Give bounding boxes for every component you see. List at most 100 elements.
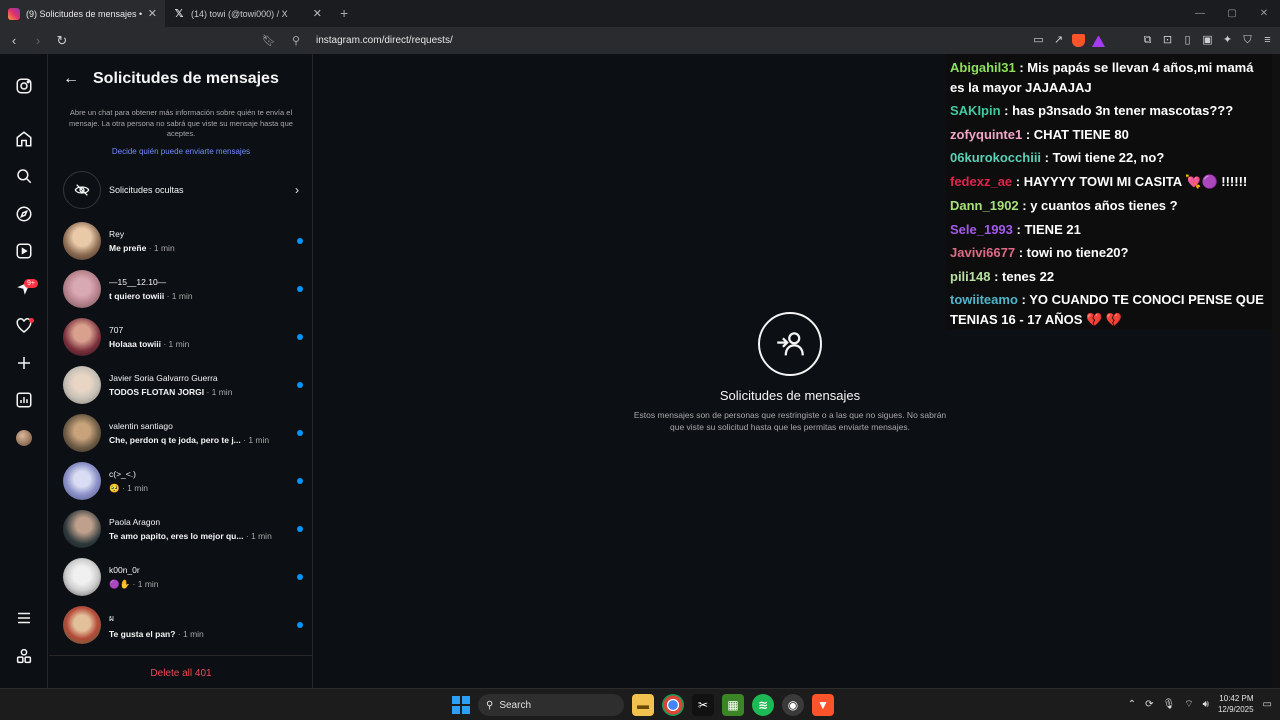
back-icon[interactable]: ‹ — [4, 31, 24, 51]
chat-text: : has p3nsado 3n tener mascotas??? — [1000, 103, 1234, 118]
unread-dot — [297, 574, 303, 580]
back-arrow-icon[interactable]: ← — [63, 70, 79, 88]
close-window-button[interactable]: ✕ — [1248, 0, 1280, 27]
profile-avatar[interactable] — [14, 428, 34, 448]
request-item[interactable]: 707 Holaaa towiii · 1 min — [63, 313, 303, 361]
dashboard-icon[interactable] — [14, 390, 34, 410]
wallet-icon[interactable]: ▣ — [1201, 34, 1214, 47]
request-message: 🥺 — [109, 482, 120, 493]
spotify-icon[interactable]: ≋ — [752, 694, 774, 716]
tab-instagram[interactable]: (9) Solicitudes de mensajes • Me ✕ — [0, 0, 165, 27]
search-icon[interactable] — [14, 166, 34, 186]
minecraft-icon[interactable]: ▦ — [722, 694, 744, 716]
message-requests-panel: ← Solicitudes de mensajes Abre un chat p… — [49, 54, 313, 688]
sidebar-icon[interactable]: ▯ — [1181, 34, 1194, 47]
reels-icon[interactable] — [14, 241, 34, 261]
request-name: Rey — [109, 229, 125, 239]
media-icon[interactable]: ⊡ — [1161, 34, 1174, 47]
reload-icon[interactable]: ↻ — [52, 31, 72, 51]
panel-header: ← Solicitudes de mensajes — [63, 70, 279, 88]
request-item[interactable]: Javier Soria Galvarro Guerra TODOS FLOTAN… — [63, 361, 303, 409]
request-name: c(>_<.) — [109, 468, 136, 479]
request-time: · 1 min — [119, 482, 148, 493]
leo-icon[interactable]: ✦ — [1221, 34, 1234, 47]
request-name: Paola Aragon — [109, 517, 161, 527]
new-tab-button[interactable]: + — [330, 0, 358, 27]
chevron-up-icon[interactable]: ⌃ — [1128, 699, 1136, 710]
maximize-button[interactable]: ▢ — [1216, 0, 1248, 27]
tab-x[interactable]: 𝕏 (14) towi (@towi000) / X ✕ — [165, 0, 330, 27]
request-item[interactable]: ผ Te gusta el pan? · 1 min — [63, 601, 303, 649]
also-from-meta-icon[interactable] — [14, 646, 34, 666]
start-button[interactable] — [452, 696, 470, 714]
more-menu-icon[interactable] — [14, 608, 34, 628]
notifications-icon[interactable]: ▭ — [1263, 699, 1272, 710]
brave-icon[interactable]: ▼ — [812, 694, 834, 716]
share-icon[interactable]: ↗ — [1052, 34, 1065, 47]
page-scrollbar[interactable] — [1272, 54, 1280, 688]
avatar — [63, 462, 101, 500]
url-text[interactable]: instagram.com/direct/requests/ — [316, 35, 453, 46]
site-settings-icon[interactable]: ⚲ — [292, 34, 308, 47]
minimize-button[interactable]: — — [1184, 0, 1216, 27]
close-icon[interactable]: ✕ — [148, 7, 157, 20]
unread-dot — [297, 334, 303, 340]
delete-all-button[interactable]: Delete all 401 — [49, 655, 313, 688]
notification-dot — [29, 318, 34, 323]
taskbar-search[interactable]: ⚲ Search — [478, 694, 624, 716]
request-name: —15__12.10— — [109, 277, 167, 287]
who-can-message-link[interactable]: Decide quién puede enviarte mensajes — [63, 147, 299, 156]
request-item[interactable]: Rey Me preñe · 1 min — [63, 217, 303, 265]
vpn-icon[interactable]: ⛉ — [1241, 34, 1254, 47]
chat-username: Dann_1902 — [950, 197, 1019, 213]
cast-icon[interactable]: ▭ — [1032, 34, 1045, 47]
eye-off-icon — [63, 171, 101, 209]
empty-state-description: Estos mensajes son de personas que restr… — [633, 410, 947, 432]
extensions-icon[interactable]: ⧉ — [1141, 34, 1154, 47]
menu-icon[interactable]: ≡ — [1261, 34, 1274, 47]
hidden-requests-row[interactable]: Solicitudes ocultas › — [63, 171, 299, 209]
unread-dot — [297, 382, 303, 388]
chat-message: SAKIpin : has p3nsado 3n tener mascotas?… — [950, 99, 1270, 123]
avatar — [63, 510, 101, 548]
request-item[interactable]: c(>_<.) 🥺 · 1 min — [63, 457, 303, 505]
request-item[interactable]: Paola Aragon Te amo papito, eres lo mejor… — [63, 505, 303, 553]
file-explorer-icon[interactable]: ▬ — [632, 694, 654, 716]
sync-icon[interactable]: ⟳ — [1145, 699, 1153, 710]
request-item[interactable]: k00n_0r 🟣✋ · 1 min — [63, 553, 303, 601]
explore-icon[interactable] — [14, 204, 34, 224]
chevron-right-icon: › — [295, 183, 299, 197]
brave-shields-icon[interactable] — [1072, 34, 1085, 47]
avatar — [63, 558, 101, 596]
search-label: Search — [499, 699, 532, 711]
forward-icon[interactable]: › — [28, 31, 48, 51]
create-plus-icon[interactable] — [14, 353, 34, 373]
chat-message: zofyquinte1 : CHAT TIENE 80 — [950, 123, 1270, 147]
microphone-icon[interactable]: 🎙︎ — [1163, 699, 1176, 710]
clock[interactable]: 10:42 PM 12/9/2025 — [1218, 693, 1254, 715]
network-icon[interactable]: ⌔ — [1184, 698, 1193, 711]
empty-state-title: Solicitudes de mensajes — [719, 388, 861, 403]
obs-icon[interactable]: ◉ — [782, 694, 804, 716]
clock-date: 12/9/2025 — [1217, 705, 1254, 714]
chat-username: Javivi6677 — [950, 245, 1016, 261]
home-icon[interactable] — [14, 129, 34, 149]
volume-icon[interactable]: 🔊︎ — [1203, 699, 1209, 710]
unread-dot — [297, 286, 303, 292]
instagram-logo-icon[interactable] — [14, 76, 34, 96]
request-item[interactable]: valentin santiago Che, perdon q te joda, … — [63, 409, 303, 457]
unread-dot — [297, 238, 303, 244]
close-icon[interactable]: ✕ — [313, 7, 322, 20]
stream-chat-overlay: Abigahil31 : Mis papás se llevan 4 años,… — [946, 54, 1274, 330]
capcut-icon[interactable]: ✂ — [692, 694, 714, 716]
unread-dot — [297, 622, 303, 628]
request-name: valentin santiago — [109, 421, 173, 431]
avatar — [63, 318, 101, 356]
chat-text: : tenes 22 — [990, 268, 1055, 284]
hidden-requests-label: Solicitudes ocultas — [109, 185, 184, 195]
bookmark-icon[interactable]: 🔖︎ — [262, 34, 278, 47]
request-item[interactable]: —15__12.10— t quiero towiii · 1 min — [63, 265, 303, 313]
address-bar[interactable]: 🔖︎ ⚲ instagram.com/direct/requests/ — [256, 30, 1001, 50]
brave-rewards-icon[interactable] — [1092, 34, 1105, 47]
chrome-icon[interactable] — [662, 694, 684, 716]
